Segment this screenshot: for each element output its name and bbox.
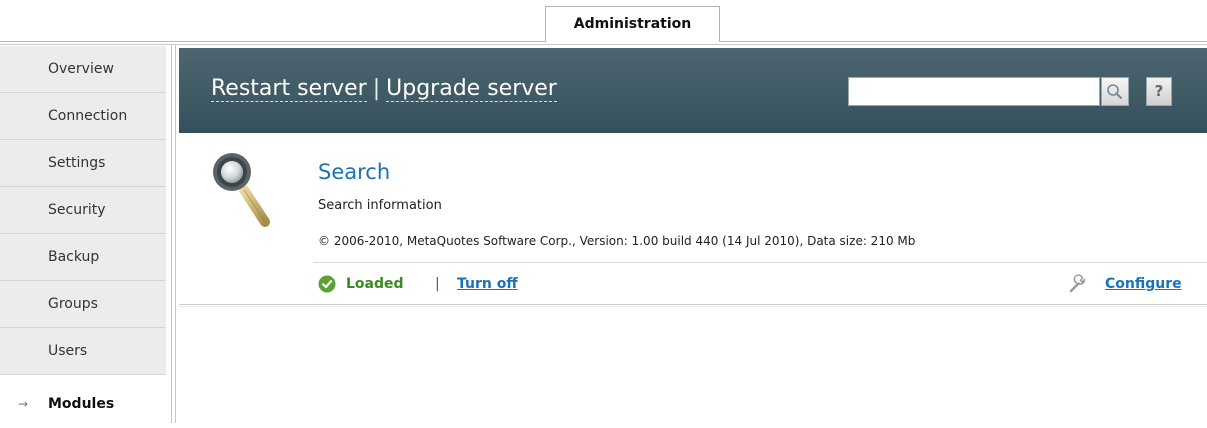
search-input[interactable] — [848, 77, 1100, 106]
sidebar-item-label: Overview — [48, 61, 114, 77]
sidebar-item-users[interactable]: Users — [0, 328, 166, 375]
module-description: Search information — [318, 198, 442, 213]
wrench-icon — [1069, 274, 1086, 293]
search-module-icon — [213, 153, 270, 227]
sidebar-divider — [171, 44, 172, 423]
sidebar: Overview Connection Settings Security Ba… — [0, 46, 170, 428]
sidebar-item-connection[interactable]: Connection — [0, 93, 166, 140]
sidebar-divider — [175, 44, 176, 423]
magnifier-icon — [1107, 84, 1123, 100]
tab-administration[interactable]: Administration — [545, 6, 720, 42]
sidebar-item-overview[interactable]: Overview — [0, 46, 166, 93]
sidebar-item-label: Users — [48, 343, 88, 359]
sidebar-item-groups[interactable]: Groups — [0, 281, 166, 328]
tab-strip: Administration — [0, 0, 1207, 42]
upgrade-server-link[interactable]: Upgrade server — [386, 76, 557, 102]
help-button[interactable]: ? — [1146, 77, 1172, 106]
server-actions: Restart server | Upgrade server — [211, 74, 557, 104]
restart-server-link[interactable]: Restart server — [211, 76, 367, 102]
turn-off-link[interactable]: Turn off — [457, 273, 518, 295]
module-title[interactable]: Search — [318, 158, 390, 186]
sidebar-item-modules[interactable]: → Modules — [0, 381, 166, 428]
sidebar-item-label: Connection — [48, 108, 128, 124]
module-divider — [313, 262, 1207, 263]
search-button[interactable] — [1101, 77, 1129, 106]
sidebar-item-label: Groups — [48, 296, 98, 312]
sidebar-item-label: Modules — [48, 396, 115, 412]
module-bottom-divider — [179, 304, 1207, 305]
sidebar-item-label: Settings — [48, 155, 106, 171]
check-circle-icon — [318, 275, 336, 293]
header-bar: Restart server | Upgrade server ? — [179, 48, 1207, 133]
module-meta: © 2006-2010, MetaQuotes Software Corp., … — [318, 234, 916, 248]
sidebar-item-label: Security — [48, 202, 106, 218]
top-rule — [0, 44, 1207, 45]
sidebar-item-label: Backup — [48, 249, 100, 265]
configure-link[interactable]: Configure — [1105, 273, 1182, 295]
sidebar-item-backup[interactable]: Backup — [0, 234, 166, 281]
status-separator: | — [435, 276, 440, 292]
active-arrow-icon: → — [18, 397, 29, 411]
module-bottom-divider-shadow — [179, 306, 1207, 307]
sidebar-item-settings[interactable]: Settings — [0, 140, 166, 187]
sidebar-item-security[interactable]: Security — [0, 187, 166, 234]
status-loaded: Loaded — [346, 276, 404, 292]
header-separator: | — [372, 76, 381, 101]
